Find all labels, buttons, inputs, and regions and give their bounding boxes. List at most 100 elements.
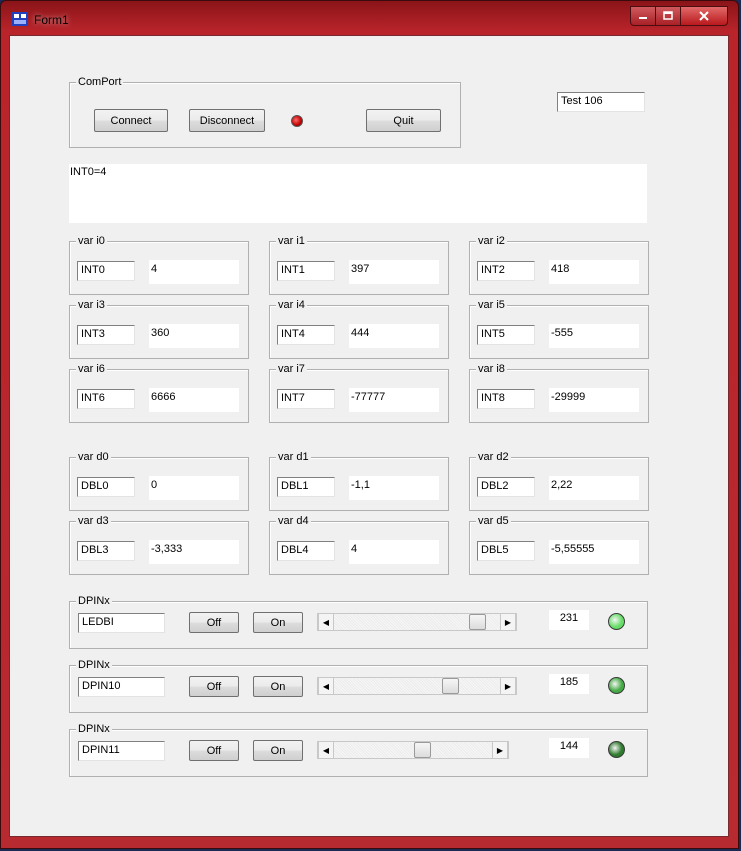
form-client-area: ComPort Connect Disconnect Quit Test 106… xyxy=(9,35,729,837)
var-group: var i5 INT5 -555 xyxy=(469,298,649,359)
var-caption: var d3 xyxy=(76,514,111,528)
comport-caption: ComPort xyxy=(76,75,124,89)
pin-name-field[interactable]: DPIN10 xyxy=(78,677,165,697)
output-memo[interactable]: INT0=4 xyxy=(69,164,647,223)
pin-off-button[interactable]: Off xyxy=(189,612,239,633)
var-group: var i2 INT2 418 xyxy=(469,234,649,295)
scroll-left-arrow-icon[interactable]: ◀ xyxy=(318,614,334,630)
var-group: var i6 INT6 6666 xyxy=(69,362,249,423)
pin-slider[interactable]: ◀ ▶ xyxy=(317,741,509,759)
var-value: -3,333 xyxy=(149,540,239,564)
window-title: Form1 xyxy=(34,13,69,27)
var-group: var i0 INT0 4 xyxy=(69,234,249,295)
slider-thumb[interactable] xyxy=(469,614,486,630)
var-name-field[interactable]: INT6 xyxy=(77,389,135,409)
var-name-field[interactable]: INT5 xyxy=(477,325,535,345)
var-name-field[interactable]: INT0 xyxy=(77,261,135,281)
var-name-field[interactable]: DBL4 xyxy=(277,541,335,561)
var-value: 397 xyxy=(349,260,439,284)
pin-slider[interactable]: ◀ ▶ xyxy=(317,677,517,695)
var-name-field[interactable]: INT8 xyxy=(477,389,535,409)
connection-status-led xyxy=(291,115,303,127)
scroll-right-arrow-icon[interactable]: ▶ xyxy=(492,742,508,758)
maximize-icon xyxy=(663,11,673,20)
var-value: 4 xyxy=(349,540,439,564)
close-icon xyxy=(699,11,709,21)
var-name-field[interactable]: INT1 xyxy=(277,261,335,281)
var-value: 6666 xyxy=(149,388,239,412)
dpin-group: DPINx DPIN11 Off On ◀ ▶ 144 xyxy=(69,722,648,777)
var-group: var i4 INT4 444 xyxy=(269,298,449,359)
minimize-icon xyxy=(639,17,647,19)
var-caption: var d0 xyxy=(76,450,111,464)
dpin-group: DPINx LEDBI Off On ◀ ▶ 231 xyxy=(69,594,648,649)
pin-name-field[interactable]: DPIN11 xyxy=(78,741,165,761)
var-caption: var i7 xyxy=(276,362,307,376)
var-name-field[interactable]: INT2 xyxy=(477,261,535,281)
var-caption: var i1 xyxy=(276,234,307,248)
var-group: var d1 DBL1 -1,1 xyxy=(269,450,449,511)
scroll-right-arrow-icon[interactable]: ▶ xyxy=(500,678,516,694)
var-caption: var i2 xyxy=(476,234,507,248)
pin-name-field[interactable]: LEDBI xyxy=(78,613,165,633)
pin-off-button[interactable]: Off xyxy=(189,740,239,761)
var-name-field[interactable]: INT7 xyxy=(277,389,335,409)
var-group: var d3 DBL3 -3,333 xyxy=(69,514,249,575)
minimize-button[interactable] xyxy=(630,6,655,26)
var-name-field[interactable]: INT4 xyxy=(277,325,335,345)
var-name-field[interactable]: DBL3 xyxy=(77,541,135,561)
var-value: 418 xyxy=(549,260,639,284)
var-value: 360 xyxy=(149,324,239,348)
maximize-button[interactable] xyxy=(655,6,680,26)
form-window: Form1 ComPort Connect Disconnect Quit Te… xyxy=(0,0,739,849)
var-caption: var i3 xyxy=(76,298,107,312)
dpin-group: DPINx DPIN10 Off On ◀ ▶ 185 xyxy=(69,658,648,713)
var-group: var i3 INT3 360 xyxy=(69,298,249,359)
scroll-left-arrow-icon[interactable]: ◀ xyxy=(318,678,334,694)
test-field[interactable]: Test 106 xyxy=(557,92,645,112)
comport-group: ComPort Connect Disconnect Quit xyxy=(69,75,461,148)
dpin-caption: DPINx xyxy=(76,658,112,672)
pin-slider[interactable]: ◀ ▶ xyxy=(317,613,517,631)
disconnect-button[interactable]: Disconnect xyxy=(189,109,265,132)
var-value: 2,22 xyxy=(549,476,639,500)
quit-button[interactable]: Quit xyxy=(366,109,441,132)
var-caption: var d4 xyxy=(276,514,311,528)
pin-value: 185 xyxy=(549,674,589,694)
var-caption: var d2 xyxy=(476,450,511,464)
var-name-field[interactable]: DBL5 xyxy=(477,541,535,561)
var-caption: var d1 xyxy=(276,450,311,464)
pin-on-button[interactable]: On xyxy=(253,676,303,697)
pin-on-button[interactable]: On xyxy=(253,612,303,633)
var-group: var i7 INT7 -77777 xyxy=(269,362,449,423)
connect-button[interactable]: Connect xyxy=(94,109,168,132)
var-name-field[interactable]: DBL0 xyxy=(77,477,135,497)
delphi-app-icon xyxy=(12,12,28,26)
pin-off-button[interactable]: Off xyxy=(189,676,239,697)
pin-value: 231 xyxy=(549,610,589,630)
var-value: 444 xyxy=(349,324,439,348)
pin-on-button[interactable]: On xyxy=(253,740,303,761)
var-group: var i1 INT1 397 xyxy=(269,234,449,295)
var-group: var d4 DBL4 4 xyxy=(269,514,449,575)
pin-led xyxy=(608,613,625,630)
slider-thumb[interactable] xyxy=(414,742,431,758)
pin-led xyxy=(608,677,625,694)
var-caption: var i0 xyxy=(76,234,107,248)
var-value: 0 xyxy=(149,476,239,500)
var-value: -5,55555 xyxy=(549,540,639,564)
var-value: -29999 xyxy=(549,388,639,412)
scroll-right-arrow-icon[interactable]: ▶ xyxy=(500,614,516,630)
var-name-field[interactable]: DBL1 xyxy=(277,477,335,497)
var-group: var d0 DBL0 0 xyxy=(69,450,249,511)
var-group: var i8 INT8 -29999 xyxy=(469,362,649,423)
slider-thumb[interactable] xyxy=(442,678,459,694)
var-caption: var i5 xyxy=(476,298,507,312)
var-name-field[interactable]: DBL2 xyxy=(477,477,535,497)
var-name-field[interactable]: INT3 xyxy=(77,325,135,345)
scroll-left-arrow-icon[interactable]: ◀ xyxy=(318,742,334,758)
close-button[interactable] xyxy=(680,6,728,26)
var-value: -1,1 xyxy=(349,476,439,500)
title-bar[interactable]: Form1 xyxy=(1,1,738,35)
var-value: -555 xyxy=(549,324,639,348)
